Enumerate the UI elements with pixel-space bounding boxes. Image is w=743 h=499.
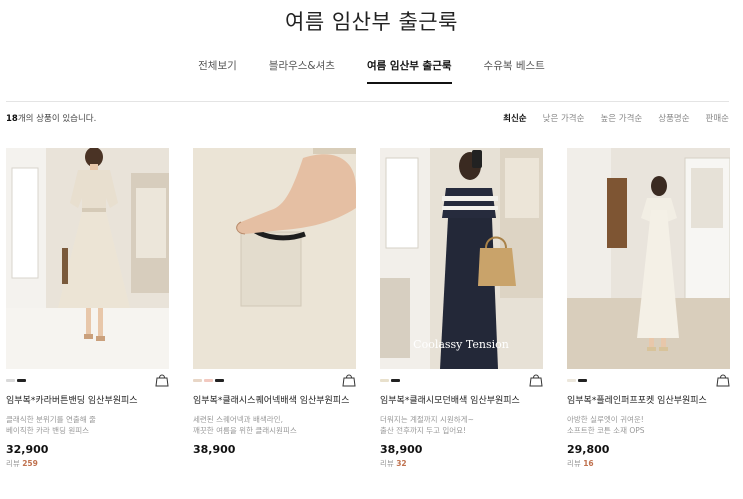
color-swatch[interactable] [578,379,587,382]
review-label: 리뷰 [380,459,394,468]
product-image[interactable]: Coolassy Tension [380,148,543,369]
product-card[interactable]: 임부복*플레인퍼프포켓 임산부원피스 아방한 실루엣이 귀여운! 소프트한 코튼… [567,148,730,469]
sort-sales[interactable]: 판매순 [706,112,729,124]
tab-nursing-best[interactable]: 수유복 베스트 [468,58,561,78]
product-photo-4 [567,148,730,369]
color-swatch[interactable] [17,379,26,382]
shopping-bag-icon[interactable] [342,373,356,387]
color-swatches [380,379,400,382]
product-description-line: 베이직한 카라 밴딩 원피스 [6,426,90,435]
product-photo-1 [6,148,169,369]
review-count: 16 [583,459,594,468]
sort-newest[interactable]: 최신순 [503,112,526,124]
product-image[interactable] [6,148,169,369]
product-meta-row [193,372,356,394]
product-review: 리뷰 259 [6,458,169,469]
sort-price-high[interactable]: 높은 가격순 [600,112,642,124]
color-swatch[interactable] [391,379,400,382]
product-card[interactable]: 임부복*카라버튼밴딩 임산부원피스 클래식한 분위기를 연출해 줄 베이직한 카… [6,148,169,469]
color-swatch[interactable] [193,379,202,382]
product-price: 38,900 [380,443,423,456]
tab-summer-office[interactable]: 여름 임산부 출근룩 [351,58,468,84]
product-meta-row [567,372,730,394]
color-swatch[interactable] [6,379,15,382]
product-count-number: 18 [6,114,18,124]
color-swatch[interactable] [204,379,213,382]
review-count: 259 [22,459,38,468]
shopping-bag-icon[interactable] [716,373,730,387]
product-name[interactable]: 임부복*클래시스퀘어넥배색 임산부원피스 [193,394,356,408]
product-name[interactable]: 임부복*클래시모던배색 임산부원피스 [380,394,543,408]
shopping-bag-icon[interactable] [529,373,543,387]
color-swatch[interactable] [380,379,389,382]
product-price: 38,900 [193,443,236,456]
sort-price-low[interactable]: 낮은 가격순 [543,112,585,124]
product-count-suffix: 개의 상품이 있습니다. [17,114,97,124]
product-name[interactable]: 임부복*플레인퍼프포켓 임산부원피스 [567,394,730,408]
color-swatches [6,379,26,382]
sort-name[interactable]: 상품명순 [658,112,689,124]
page-title: 여름 임산부 출근룩 [285,10,458,34]
product-meta-row [6,372,169,394]
color-swatch[interactable] [567,379,576,382]
product-description: 세련된 스퀘어넥과 배색라인, 깨끗한 여름을 위한 클래시원피스 [193,414,356,436]
product-description-line: 아방한 실루엣이 귀여운! [567,415,644,424]
product-price: 32,900 [6,443,49,456]
review-count: 32 [396,459,407,468]
color-swatch[interactable] [215,379,224,382]
product-card[interactable]: Coolassy Tension 임부복*클래시모던배색 임산부원피스 더워지는… [380,148,543,469]
product-card[interactable]: 임부복*클래시스퀘어넥배색 임산부원피스 세련된 스퀘어넥과 배색라인, 깨끗한… [193,148,356,456]
product-description-line: 깨끗한 여름을 위한 클래시원피스 [193,426,297,435]
product-description-line: 출산 전후까지 두고 입어요! [380,426,467,435]
tab-all[interactable]: 전체보기 [182,58,253,78]
review-label: 리뷰 [6,459,20,468]
product-count: 18개의 상품이 있습니다. [6,112,96,124]
product-name[interactable]: 임부복*카라버튼밴딩 임산부원피스 [6,394,169,408]
shopping-bag-icon[interactable] [155,373,169,387]
product-review: 리뷰 32 [380,458,543,469]
color-swatches [193,379,224,382]
divider [6,101,729,102]
product-description-line: 소프트한 코튼 소재 OPS [567,426,645,435]
review-label: 리뷰 [567,459,581,468]
product-photo-2 [193,148,356,369]
product-description-line: 세련된 스퀘어넥과 배색라인, [193,415,283,424]
product-image[interactable] [193,148,356,369]
product-description: 클래식한 분위기를 연출해 줄 베이직한 카라 밴딩 원피스 [6,414,169,436]
product-meta-row [380,372,543,394]
product-description: 아방한 실루엣이 귀여운! 소프트한 코튼 소재 OPS [567,414,730,436]
category-tabs: 전체보기 블라우스&셔츠 여름 임산부 출근룩 수유복 베스트 [0,58,743,84]
product-price: 29,800 [567,443,610,456]
product-review: 리뷰 16 [567,458,730,469]
product-description: 더워지는 계절까지 시원하게~ 출산 전후까지 두고 입어요! [380,414,543,436]
sort-options: 최신순 낮은 가격순 높은 가격순 상품명순 판매순 [487,112,729,124]
watermark-text: Coolassy Tension [413,338,509,351]
tab-blouse-shirt[interactable]: 블라우스&셔츠 [253,58,351,78]
product-description-line: 클래식한 분위기를 연출해 줄 [6,415,96,424]
product-description-line: 더워지는 계절까지 시원하게~ [380,415,474,424]
product-image[interactable] [567,148,730,369]
color-swatches [567,379,587,382]
product-photo-3: Coolassy Tension [380,148,543,369]
